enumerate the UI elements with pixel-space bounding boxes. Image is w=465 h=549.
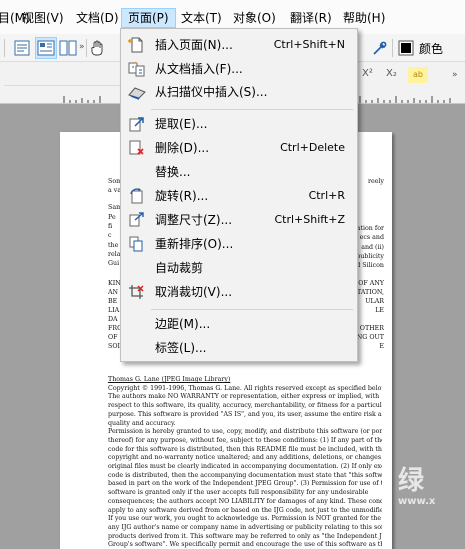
document-text-fragment: OF ANY: [358, 280, 384, 287]
menu-item-shortcut: Ctrl+R: [308, 189, 345, 202]
menu-document[interactable]: 文档(D): [76, 8, 119, 28]
document-text-line: If you use our work, you ought to acknow…: [108, 515, 382, 523]
document-text-line: Permission is hereby granted to use, cop…: [108, 428, 382, 436]
insert-from-document-icon: [128, 61, 145, 77]
document-text-line: original files must be clearly indicated…: [108, 463, 382, 470]
menu-item-label: 边距(M)...: [155, 317, 211, 331]
menu-item-resize[interactable]: 调整尺寸(Z)... Ctrl+Shift+Z: [121, 209, 357, 231]
menu-help[interactable]: 帮助(H): [343, 8, 385, 28]
document-text-line: respect to this software, its quality, a…: [108, 402, 382, 410]
delete-page-icon: [129, 140, 144, 155]
toolbar-separator: [4, 39, 5, 57]
document-text-line: based in part on the work of the Indepen…: [108, 480, 382, 488]
facing-pages-icon[interactable]: [58, 38, 78, 58]
menu-item-shortcut: Ctrl+Shift+Z: [274, 213, 345, 226]
menu-item-label: 从文档插入(F)...: [155, 62, 243, 76]
menu-item-shortcut: Ctrl+Delete: [280, 141, 345, 154]
menu-item-insert-page[interactable]: 插入页面(N)... Ctrl+Shift+N: [121, 34, 357, 56]
menu-item-reorder[interactable]: 重新排序(O)...: [121, 233, 357, 255]
menu-item-delete[interactable]: 删除(D)... Ctrl+Delete: [121, 137, 357, 159]
page-menu-dropdown: 插入页面(N)... Ctrl+Shift+N 从文档插入(F)... 从扫描仪…: [120, 28, 358, 362]
document-text-line: Group's software". We specifically permi…: [108, 541, 382, 549]
document-text-line: products derived from it. This software …: [108, 532, 382, 540]
insert-page-icon: [128, 37, 143, 53]
menu-item-label: 调整尺寸(Z)...: [155, 213, 233, 227]
menu-view[interactable]: 视图(V): [22, 8, 64, 28]
menu-item-insert-from-scanner[interactable]: 从扫描仪中插入(S)...: [121, 81, 357, 103]
menu-item-labels[interactable]: 标签(L)...: [121, 337, 357, 359]
menu-separator: [151, 109, 353, 110]
menu-item-label: 插入页面(N)...: [155, 38, 233, 52]
reorder-icon: [129, 236, 143, 252]
menu-translate[interactable]: 翻译(R): [290, 8, 332, 28]
document-text-fragment: ecs and: [359, 234, 384, 241]
document-text-line: apply to any software derived from or ba…: [108, 506, 382, 514]
menu-item-shortcut: Ctrl+Shift+N: [273, 38, 345, 51]
extract-icon: [129, 117, 144, 132]
single-page-icon[interactable]: [12, 38, 32, 58]
document-text-line: software is granted only if the user acc…: [108, 489, 369, 497]
toolbar-separator: [86, 39, 87, 57]
highlight-button[interactable]: ab: [408, 67, 428, 83]
menu-item-auto-crop[interactable]: 自动裁剪: [121, 257, 357, 279]
document-text-fragment: ITATION,: [354, 289, 384, 296]
menu-separator: [151, 309, 353, 310]
document-text-fragment: ULAR: [365, 298, 384, 305]
menu-item-label: 从扫描仪中插入(S)...: [155, 85, 268, 99]
color-swatch-icon[interactable]: [396, 38, 416, 58]
document-text-line: Copyright © 1991-1996, Thomas G. Lane. A…: [108, 384, 382, 392]
menu-item-rotate[interactable]: 旋转(R)... Ctrl+R: [121, 185, 357, 207]
menu-page[interactable]: 页面(P): [121, 8, 176, 28]
menu-item-extract[interactable]: 提取(E)...: [121, 113, 357, 135]
site-watermark: 绿 www.x: [398, 466, 462, 544]
menu-item-label: 替换...: [155, 165, 191, 179]
resize-icon: [129, 212, 144, 227]
uncrop-icon: [129, 285, 144, 299]
color-label[interactable]: 颜色: [419, 40, 443, 57]
menu-item-label: 取消裁切(V)...: [155, 285, 233, 299]
hand-tool-icon[interactable]: [88, 38, 108, 58]
superscript-button[interactable]: X²: [362, 68, 373, 79]
watermark-char: 绿: [398, 466, 425, 496]
menu-item-label: 提取(E)...: [155, 117, 208, 131]
document-text-line: code for this software is distributed, t…: [108, 445, 382, 453]
document-text-line: copyright and no-warranty notice unalter…: [108, 454, 382, 462]
document-text-line: consequences; the authors accept NO LIAB…: [108, 497, 382, 505]
document-text-line: any IJG author's name or company name in…: [108, 523, 382, 531]
menu-item-margins[interactable]: 边距(M)...: [121, 313, 357, 335]
subscript-button[interactable]: X₂: [386, 68, 397, 79]
menu-item-uncrop[interactable]: 取消裁切(V)...: [121, 281, 357, 303]
eyedropper-icon[interactable]: [370, 38, 390, 58]
document-text-line: quality and accuracy.: [108, 419, 176, 427]
menu-item-label: 旋转(R)...: [155, 189, 209, 203]
watermark-url: www.x: [398, 496, 436, 507]
menu-item-label: 自动裁剪: [155, 261, 204, 275]
menu-item-label: 删除(D)...: [155, 141, 210, 155]
menu-item-replace[interactable]: 替换...: [121, 161, 357, 183]
document-text-fragment: LE: [375, 307, 384, 314]
document-heading: Thomas G. Lane (JPEG Image Library): [108, 376, 231, 383]
rotate-icon: [130, 188, 143, 204]
format-overflow-icon[interactable]: »: [452, 70, 458, 80]
document-text-line: thereof) for any purpose, without fee, s…: [108, 436, 382, 444]
continuous-page-icon[interactable]: [35, 37, 57, 59]
toolbar-separator: [392, 39, 393, 57]
document-text-line: code is distributed, then the accompanyi…: [108, 471, 382, 479]
toolbar-overflow-icon[interactable]: »: [79, 42, 85, 52]
menu-text[interactable]: 文本(T): [181, 8, 222, 28]
scanner-icon: [128, 87, 146, 100]
document-text-fragment: reely: [367, 178, 384, 185]
document-text-line: The authors make NO WARRANTY or represen…: [108, 393, 380, 401]
menu-item-label: 标签(L)...: [155, 341, 207, 355]
menu-item-label: 重新排序(O)...: [155, 237, 234, 251]
document-text-line: purpose. This software is provided "AS I…: [108, 410, 382, 418]
menu-object[interactable]: 对象(O): [233, 8, 276, 28]
menu-item-insert-from-document[interactable]: 从文档插入(F)...: [121, 58, 357, 80]
document-text-fragment: and (ii): [361, 244, 384, 251]
document-text-fragment: E: [379, 343, 384, 350]
